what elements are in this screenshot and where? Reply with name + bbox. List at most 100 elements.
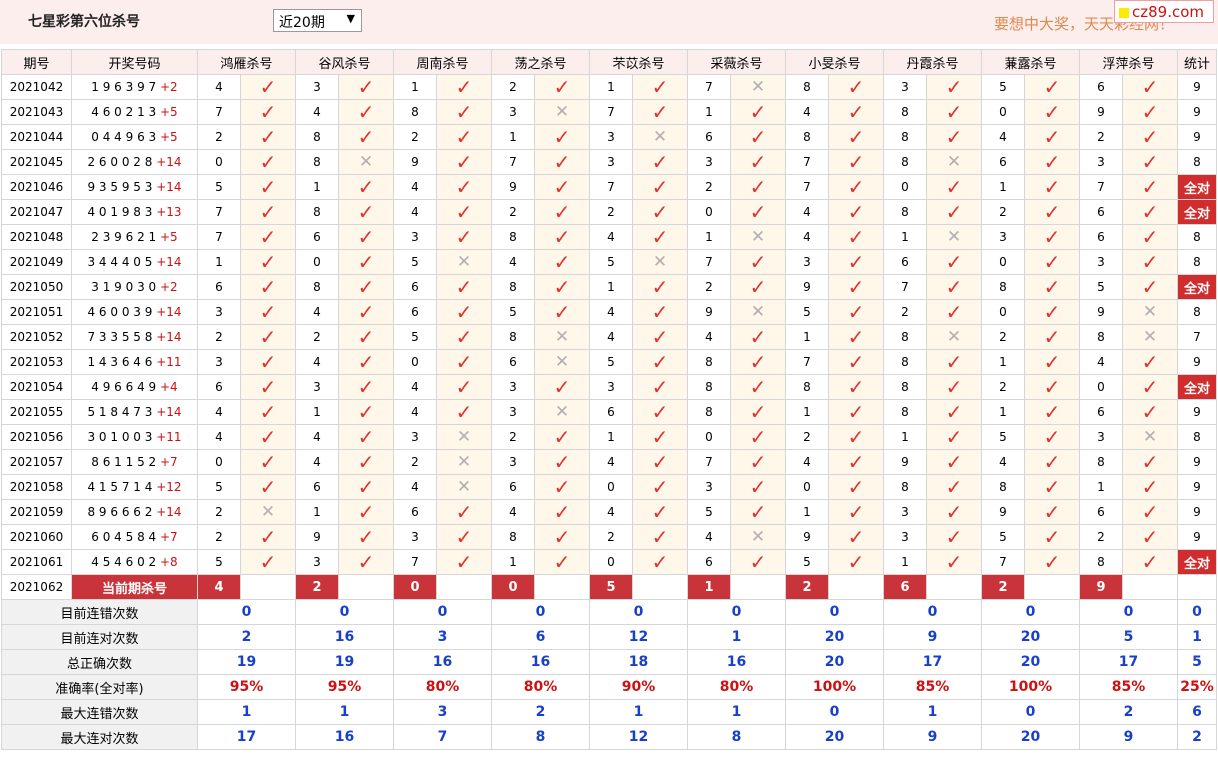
check-icon: ✓ — [1141, 150, 1159, 174]
table-row: 2021054 4 9 6 6 4 9 +4 6 ✓ 3 ✓ 4 ✓ 3 ✓ 3 ✓ 8 ✓ 8 ✓ 8 ✓ 2 ✓ 0… — [1, 374, 1217, 400]
draw-cell: 6 0 4 5 8 4 +7 — [71, 524, 198, 550]
pick-result: ✓ — [632, 274, 688, 300]
pick-number: 6 — [1079, 199, 1123, 225]
pick-number: 0 — [295, 249, 339, 275]
pick-result: ✓ — [1122, 199, 1178, 225]
draw-cell: 3 1 9 0 3 0 +2 — [71, 274, 198, 300]
check-icon: ✓ — [749, 550, 767, 574]
pick-result: ✕ — [436, 424, 492, 450]
check-icon: ✓ — [455, 300, 473, 324]
check-icon: ✓ — [1141, 100, 1159, 124]
summary-value: 9 — [883, 724, 982, 750]
check-icon: ✓ — [259, 225, 277, 249]
header-expert: 鸿雁杀号 — [197, 49, 296, 75]
current-kill-blank — [926, 574, 982, 600]
cross-icon: ✕ — [750, 301, 766, 322]
period-range-select[interactable]: 近20期 ▼ — [273, 9, 362, 32]
pick-number: 0 — [589, 474, 633, 500]
check-icon: ✓ — [651, 150, 669, 174]
pick-number: 1 — [981, 174, 1025, 200]
check-icon: ✓ — [553, 175, 571, 199]
current-kill-label: 当前期杀号 — [71, 574, 198, 600]
check-icon: ✓ — [1043, 325, 1061, 349]
period-range-value: 近20期 — [279, 15, 325, 31]
pick-number: 3 — [491, 449, 535, 475]
period-cell: 2021044 — [1, 124, 72, 150]
check-icon: ✓ — [749, 375, 767, 399]
summary-row: 最大连对次数 17 16 7 8 12 8 20 9 20 9 2 — [1, 724, 1217, 750]
pick-number: 3 — [883, 74, 927, 100]
check-icon: ✓ — [945, 400, 963, 424]
pick-number: 4 — [491, 249, 535, 275]
chevron-down-icon: ▼ — [346, 12, 355, 25]
pick-result: ✓ — [730, 474, 786, 500]
check-icon: ✓ — [651, 400, 669, 424]
pick-number: 1 — [981, 349, 1025, 375]
pick-number: 2 — [589, 199, 633, 225]
pick-result: ✓ — [730, 349, 786, 375]
draw-digits: 5 1 8 4 7 3 — [87, 405, 153, 419]
check-icon: ✓ — [945, 550, 963, 574]
pick-result: ✓ — [1122, 399, 1178, 425]
pick-result: ✕ — [534, 99, 590, 125]
check-icon: ✓ — [1141, 75, 1159, 99]
stat-cell: 8 — [1177, 299, 1217, 325]
draw-cell: 5 1 8 4 7 3 +14 — [71, 399, 198, 425]
pick-number: 2 — [1079, 524, 1123, 550]
pick-number: 4 — [785, 99, 829, 125]
check-icon: ✓ — [1141, 175, 1159, 199]
check-icon: ✓ — [749, 475, 767, 499]
pick-result: ✕ — [730, 224, 786, 250]
pick-number: 2 — [197, 124, 241, 150]
check-icon: ✓ — [749, 275, 767, 299]
pick-result: ✓ — [926, 349, 982, 375]
pick-number: 0 — [1079, 374, 1123, 400]
current-kill-number: 0 — [491, 574, 535, 600]
pick-result: ✓ — [338, 424, 394, 450]
pick-result: ✓ — [436, 199, 492, 225]
stat-cell: 8 — [1177, 424, 1217, 450]
cross-icon: ✕ — [750, 76, 766, 97]
cross-icon: ✕ — [554, 351, 570, 372]
pick-result: ✕ — [632, 124, 688, 150]
pick-number: 4 — [589, 224, 633, 250]
stat-cell: 9 — [1177, 399, 1217, 425]
draw-bonus: +14 — [156, 405, 182, 419]
pick-result: ✓ — [1122, 99, 1178, 125]
summary-label: 最大连错次数 — [1, 699, 198, 725]
stat-cell: 7 — [1177, 324, 1217, 350]
pick-result: ✓ — [436, 524, 492, 550]
pick-result: ✓ — [828, 199, 884, 225]
check-icon: ✓ — [259, 475, 277, 499]
check-icon: ✓ — [651, 225, 669, 249]
current-kill-blank — [436, 574, 492, 600]
check-icon: ✓ — [651, 200, 669, 224]
check-icon: ✓ — [1043, 425, 1061, 449]
current-kill-blank — [632, 574, 688, 600]
summary-value: 85% — [1079, 674, 1178, 700]
pick-number: 1 — [981, 399, 1025, 425]
summary-value: 3 — [393, 624, 492, 650]
check-icon: ✓ — [553, 375, 571, 399]
pick-result: ✓ — [828, 324, 884, 350]
check-icon: ✓ — [945, 125, 963, 149]
pick-result: ✓ — [926, 124, 982, 150]
summary-row: 目前连错次数 0 0 0 0 0 0 0 0 0 0 0 — [1, 599, 1217, 625]
draw-digits: 1 9 6 3 9 7 — [91, 80, 157, 94]
pick-number: 0 — [785, 474, 829, 500]
table-row: 2021050 3 1 9 0 3 0 +2 6 ✓ 8 ✓ 6 ✓ 8 ✓ 1 ✓ 2 ✓ 9 ✓ 7 ✓ 8 ✓ 5… — [1, 274, 1217, 300]
draw-cell: 8 9 6 6 6 2 +14 — [71, 499, 198, 525]
check-icon: ✓ — [847, 450, 865, 474]
pick-result: ✓ — [1122, 74, 1178, 100]
pick-result: ✕ — [436, 449, 492, 475]
pick-number: 6 — [589, 399, 633, 425]
header-expert: 浮萍杀号 — [1079, 49, 1178, 75]
pick-result: ✓ — [926, 474, 982, 500]
site-logo[interactable]: cz89.com — [1114, 0, 1214, 23]
current-kill-number: 1 — [687, 574, 731, 600]
draw-digits: 4 1 5 7 1 4 — [87, 480, 153, 494]
pick-result: ✓ — [436, 349, 492, 375]
check-icon: ✓ — [847, 500, 865, 524]
draw-bonus: +5 — [160, 105, 178, 119]
current-kill-number: 9 — [1079, 574, 1123, 600]
